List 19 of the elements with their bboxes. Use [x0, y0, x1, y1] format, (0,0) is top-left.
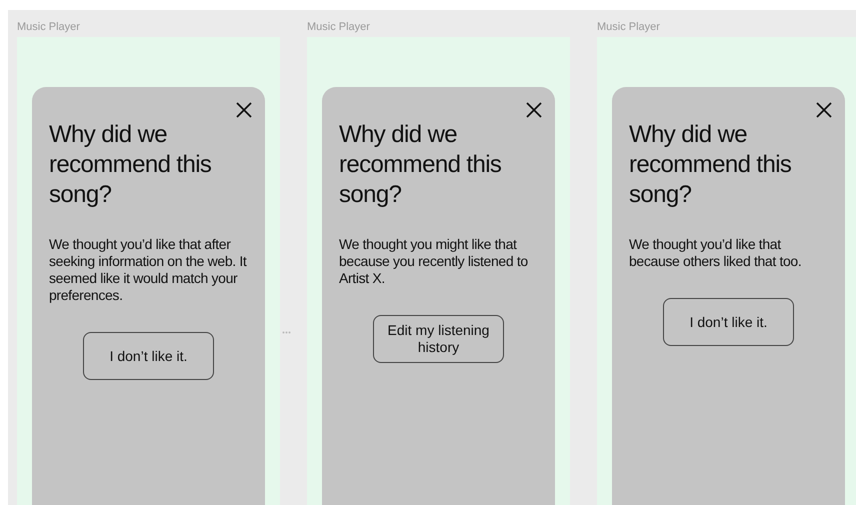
action-button[interactable]: I don’t like it. — [663, 298, 794, 346]
close-icon — [526, 102, 542, 118]
close-icon — [816, 102, 832, 118]
frame-label: Music Player — [597, 20, 661, 35]
action-button[interactable]: Edit my listening history — [373, 315, 504, 363]
dialog-body: We thought you might like that because you recently listened to Artist X. — [339, 236, 529, 287]
close-button[interactable] — [235, 101, 253, 119]
dialog-title: Why did we recommend this song? — [629, 120, 792, 210]
dialog-body: We thought you’d like that because others liked that too. — [629, 236, 802, 270]
frame-label: Music Player — [17, 20, 81, 35]
ellipsis-icon — [282, 331, 291, 334]
dialog-title: Why did we recommend this song? — [339, 120, 502, 210]
close-button[interactable] — [525, 101, 543, 119]
frame-label: Music Player — [307, 20, 371, 35]
close-icon — [236, 102, 252, 118]
dialog-body: We thought you’d like that after seeking information on the web. It seemed like it would match your preferences. — [49, 236, 248, 304]
close-button[interactable] — [815, 101, 833, 119]
dialog-title: Why did we recommend this song? — [49, 120, 212, 210]
action-button[interactable]: I don’t like it. — [83, 332, 214, 380]
